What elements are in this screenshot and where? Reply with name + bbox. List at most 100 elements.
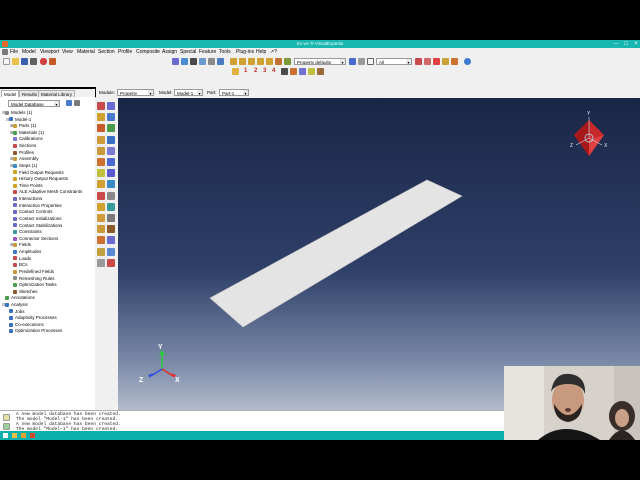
tree-item[interactable]: Sections bbox=[10, 143, 36, 149]
assign-orientation-icon[interactable] bbox=[97, 146, 105, 155]
inertia-icon[interactable] bbox=[107, 236, 115, 245]
tree-item[interactable]: Contact Stabilizations bbox=[10, 223, 62, 229]
tree-item[interactable]: ⊞ Steps (1) bbox=[10, 163, 37, 169]
tab-material-library[interactable]: Material Library bbox=[38, 90, 76, 97]
view-number-2[interactable]: 2 bbox=[254, 68, 257, 74]
tree-item[interactable]: Remeshing Rules bbox=[10, 276, 55, 282]
tree-item[interactable]: ⊟ Models (1) bbox=[2, 110, 32, 116]
stringer-icon[interactable] bbox=[107, 191, 115, 200]
render-style-select[interactable]: Property defaults ▾ bbox=[294, 58, 346, 65]
special-skin-icon[interactable] bbox=[97, 236, 105, 245]
tab-model[interactable]: Model bbox=[1, 90, 20, 97]
select-entities-icon[interactable] bbox=[415, 58, 422, 65]
tree-item[interactable]: Adaptivity Processes bbox=[6, 315, 57, 321]
tree-item[interactable]: ⊞ Fields bbox=[10, 242, 31, 248]
rotate-icon[interactable] bbox=[181, 58, 188, 65]
tree-item[interactable]: Interactions bbox=[10, 196, 42, 202]
menu-item-viewport[interactable]: Viewport bbox=[40, 49, 59, 55]
highlight-icon[interactable] bbox=[442, 58, 449, 65]
datum-csys-icon[interactable] bbox=[107, 214, 115, 222]
view-cube-triad[interactable]: Y X Z bbox=[570, 111, 608, 156]
python-icon[interactable] bbox=[3, 423, 10, 430]
left-view-icon[interactable] bbox=[275, 58, 282, 65]
module-select[interactable]: Property ▾ bbox=[117, 89, 154, 96]
explorer-icon[interactable] bbox=[12, 433, 17, 438]
tree-item[interactable]: Contact Initializations bbox=[10, 216, 62, 222]
magnify-icon[interactable] bbox=[190, 58, 197, 65]
fit-view-icon[interactable] bbox=[208, 58, 215, 65]
select-edges-icon[interactable] bbox=[433, 58, 440, 65]
tree-item[interactable]: Interaction Properties bbox=[10, 203, 62, 209]
new-file-icon[interactable] bbox=[3, 58, 10, 65]
section-manager-icon[interactable] bbox=[107, 113, 115, 122]
zoom-box-icon[interactable] bbox=[199, 58, 206, 65]
save-icon[interactable] bbox=[21, 58, 28, 65]
bottom-view-icon[interactable] bbox=[266, 58, 273, 65]
translucency-icon[interactable] bbox=[308, 68, 315, 75]
tree-item[interactable]: Time Points bbox=[10, 183, 43, 189]
render-shaded-icon[interactable] bbox=[284, 58, 291, 65]
material-manager-icon[interactable] bbox=[107, 102, 115, 110]
cursor-select-icon[interactable] bbox=[367, 58, 374, 65]
menu-item-composite[interactable]: Composite bbox=[136, 49, 160, 55]
select-faces-icon[interactable] bbox=[424, 58, 431, 65]
part-plate[interactable] bbox=[209, 179, 463, 328]
profile-manager-icon[interactable] bbox=[107, 124, 115, 133]
message-icon[interactable] bbox=[3, 414, 10, 421]
iso-view-icon[interactable] bbox=[230, 58, 237, 65]
create-display-group-icon[interactable] bbox=[232, 68, 239, 75]
tangent-manager-icon[interactable] bbox=[107, 169, 115, 178]
composite-layup-icon[interactable] bbox=[97, 180, 105, 189]
open-folder-icon[interactable] bbox=[12, 58, 19, 65]
create-material-icon[interactable] bbox=[97, 102, 105, 110]
view-number-1[interactable]: 1 bbox=[244, 68, 247, 74]
datum-plane-icon[interactable] bbox=[97, 214, 105, 222]
tree-options-icon[interactable] bbox=[74, 100, 80, 106]
mesh-display-icon[interactable] bbox=[299, 68, 306, 75]
create-section-icon[interactable] bbox=[97, 113, 105, 122]
viewport[interactable]: Y X Z Y X Z bbox=[118, 98, 640, 410]
menu-item-plug-ins[interactable]: Plug-ins bbox=[236, 49, 254, 55]
tab-results[interactable]: Results bbox=[19, 90, 41, 97]
dashpots-icon[interactable] bbox=[107, 247, 115, 256]
normal-manager-icon[interactable] bbox=[107, 158, 115, 166]
back-view-icon[interactable] bbox=[248, 58, 255, 65]
menu-item-profile[interactable]: Profile bbox=[118, 49, 132, 55]
app-taskbar-icon[interactable] bbox=[30, 433, 35, 438]
front-view-icon[interactable] bbox=[239, 58, 246, 65]
tree-item[interactable]: History Output Requests bbox=[10, 176, 68, 182]
assign-tangent-icon[interactable] bbox=[97, 169, 105, 178]
tree-item[interactable]: Constraints bbox=[10, 229, 42, 235]
tree-item[interactable]: Optimization Processes bbox=[6, 328, 62, 334]
menu-item-section[interactable]: Section bbox=[98, 49, 115, 55]
datum-point-icon[interactable] bbox=[97, 202, 105, 211]
selection-filter-select[interactable]: All ▾ bbox=[376, 58, 412, 65]
tree-item[interactable]: Loads bbox=[10, 256, 31, 262]
tree-item[interactable]: ⊞ Parts (1) bbox=[10, 123, 36, 129]
model-select[interactable]: Model-1 ▾ bbox=[174, 89, 203, 96]
start-icon[interactable] bbox=[3, 433, 8, 438]
browser-icon[interactable] bbox=[21, 433, 26, 438]
query-tool-icon[interactable] bbox=[97, 258, 105, 267]
menu-item-file[interactable]: File bbox=[10, 49, 18, 55]
menu-item-tools[interactable]: Tools bbox=[219, 49, 231, 55]
partition-edge-icon[interactable] bbox=[107, 225, 115, 234]
close-icon[interactable]: × bbox=[632, 40, 640, 48]
tree-item[interactable]: BCs bbox=[10, 262, 28, 268]
wire-icon[interactable] bbox=[317, 68, 324, 75]
tree-item[interactable]: ⊞ Assembly bbox=[10, 156, 39, 162]
skin-icon[interactable] bbox=[97, 191, 105, 200]
record-icon[interactable] bbox=[40, 58, 47, 65]
datum-axis-icon[interactable] bbox=[107, 202, 115, 211]
menu-item-special[interactable]: Special bbox=[180, 49, 196, 55]
view-number-3[interactable]: 3 bbox=[263, 68, 266, 74]
view-manager-icon[interactable] bbox=[281, 68, 288, 75]
tree-item[interactable]: Contact Controls bbox=[10, 209, 53, 215]
display-group-icon[interactable] bbox=[451, 58, 458, 65]
springs-icon[interactable] bbox=[97, 247, 105, 256]
tree-item[interactable]: ⊟ Model-1 bbox=[6, 117, 31, 123]
part-select[interactable]: Part-1 ▾ bbox=[219, 89, 249, 96]
tree-filter-icon[interactable] bbox=[66, 100, 72, 106]
model-database-select[interactable]: Model Database ▾ bbox=[8, 100, 60, 107]
tree-item[interactable]: Annotations bbox=[2, 295, 35, 301]
